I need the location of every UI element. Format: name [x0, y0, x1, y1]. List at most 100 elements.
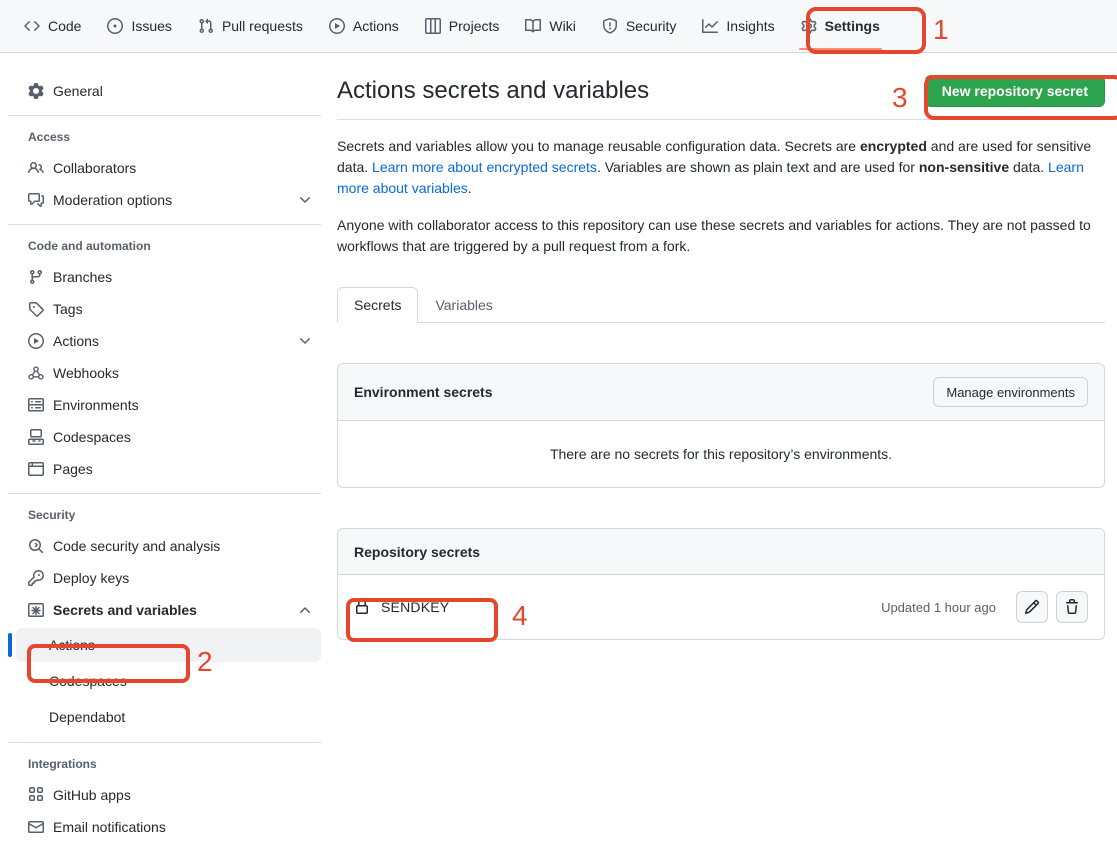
sidebar-item-label: Collaborators	[53, 160, 136, 176]
sidebar-item-label: Codespaces	[53, 429, 131, 445]
code-icon	[24, 18, 40, 34]
sidebar-item-github-apps[interactable]: GitHub apps	[16, 779, 321, 811]
secret-updated-timestamp: Updated 1 hour ago	[881, 600, 996, 615]
gear-icon	[801, 18, 817, 34]
new-repository-secret-button[interactable]: New repository secret	[925, 75, 1105, 107]
sidebar-item-email-notifications[interactable]: Email notifications	[16, 811, 321, 843]
git-pull-request-icon	[198, 18, 214, 34]
collaborator-paragraph: Anyone with collaborator access to this …	[337, 215, 1105, 257]
book-icon	[525, 18, 541, 34]
sidebar-item-deploy-keys[interactable]: Deploy keys	[16, 562, 321, 594]
active-item-accent-bar	[8, 633, 12, 657]
tab-label: Issues	[131, 11, 171, 41]
sidebar-item-tags[interactable]: Tags	[16, 293, 321, 325]
tab-settings[interactable]: Settings	[791, 0, 890, 52]
tab-secrets[interactable]: Secrets	[337, 287, 418, 323]
graph-icon	[702, 18, 718, 34]
key-icon	[28, 570, 44, 586]
sidebar-item-label: Codespaces	[49, 673, 127, 689]
sidebar-item-label: Environments	[53, 397, 139, 413]
sidebar-item-webhooks[interactable]: Webhooks	[16, 357, 321, 389]
project-icon	[425, 18, 441, 34]
sidebar-item-general[interactable]: General	[16, 75, 321, 107]
sidebar-item-label: Webhooks	[53, 365, 119, 381]
browser-icon	[28, 461, 44, 477]
environment-secrets-box: Environment secrets Manage environments …	[337, 363, 1105, 488]
edit-secret-button[interactable]	[1016, 591, 1048, 623]
trash-icon	[1064, 599, 1080, 615]
codespaces-icon	[28, 429, 44, 445]
sidebar-item-label: Secrets and variables	[53, 602, 197, 618]
tab-projects[interactable]: Projects	[415, 0, 510, 52]
tab-insights[interactable]: Insights	[692, 0, 784, 52]
inline-link[interactable]: Learn more about encrypted secrets	[372, 159, 597, 175]
sidebar-item-secrets-and-variables[interactable]: Secrets and variables	[16, 594, 321, 626]
people-icon	[28, 160, 44, 176]
sidebar-item-code-security[interactable]: Code security and analysis	[16, 530, 321, 562]
sidebar-item-label: Dependabot	[49, 709, 125, 725]
sidebar-item-label: Actions	[53, 333, 99, 349]
manage-environments-button[interactable]: Manage environments	[933, 377, 1088, 407]
tab-issues[interactable]: Issues	[97, 0, 181, 52]
tab-label: Security	[626, 11, 677, 41]
settings-main-panel: Actions secrets and variables New reposi…	[337, 53, 1105, 640]
server-icon	[28, 397, 44, 413]
sidebar-item-label: General	[53, 83, 103, 99]
key-asterisk-icon	[28, 602, 44, 618]
environment-secrets-empty-text: There are no secrets for this repository…	[338, 421, 1104, 487]
sidebar-item-label: Actions	[49, 637, 95, 653]
delete-secret-button[interactable]	[1056, 591, 1088, 623]
sidebar-item-label: Branches	[53, 269, 112, 285]
comment-discussion-icon	[28, 192, 44, 208]
chevron-up-icon	[297, 602, 313, 618]
tab-label: Pull requests	[222, 11, 303, 41]
tab-label: Insights	[726, 11, 774, 41]
gear-icon	[28, 83, 44, 99]
intro-paragraph: Secrets and variables allow you to manag…	[337, 136, 1105, 199]
sidebar-subitem-codespaces[interactable]: Codespaces	[16, 664, 321, 698]
sidebar-item-label: Tags	[53, 301, 83, 317]
divider	[337, 119, 1105, 120]
tab-pull-requests[interactable]: Pull requests	[188, 0, 313, 52]
shield-icon	[602, 18, 618, 34]
divider	[8, 115, 321, 116]
sidebar-subitem-dependabot[interactable]: Dependabot	[16, 700, 321, 734]
sidebar-section-code-automation: Code and automation	[28, 239, 321, 253]
tab-variables[interactable]: Variables	[418, 287, 509, 323]
sidebar-subitem-actions-active[interactable]: Actions	[16, 628, 321, 662]
tab-label: Actions	[353, 11, 399, 41]
repo-tab-nav: Code Issues Pull requests Actions Projec…	[0, 0, 1117, 53]
tag-icon	[28, 301, 44, 317]
play-icon	[28, 333, 44, 349]
tab-wiki[interactable]: Wiki	[515, 0, 585, 52]
tab-security[interactable]: Security	[592, 0, 687, 52]
secret-row: SENDKEY Updated 1 hour ago	[338, 575, 1104, 639]
sidebar-item-moderation-options[interactable]: Moderation options	[16, 184, 321, 216]
sidebar-item-branches[interactable]: Branches	[16, 261, 321, 293]
apps-icon	[28, 787, 44, 803]
sidebar-item-codespaces[interactable]: Codespaces	[16, 421, 321, 453]
secret-name: SENDKEY	[381, 599, 449, 615]
sidebar-item-label: GitHub apps	[53, 787, 131, 803]
sidebar-item-label: Code security and analysis	[53, 538, 220, 554]
sidebar-item-label: Moderation options	[53, 192, 172, 208]
mail-icon	[28, 819, 44, 835]
secrets-variables-tabnav: Secrets Variables	[337, 287, 1105, 323]
sidebar-item-pages[interactable]: Pages	[16, 453, 321, 485]
divider	[8, 493, 321, 494]
chevron-down-icon	[297, 192, 313, 208]
lock-icon	[354, 599, 370, 615]
sidebar-item-environments[interactable]: Environments	[16, 389, 321, 421]
tab-code[interactable]: Code	[14, 0, 91, 52]
settings-sidebar: General Access Collaborators Moderation …	[0, 53, 321, 843]
sidebar-item-actions[interactable]: Actions	[16, 325, 321, 357]
play-icon	[329, 18, 345, 34]
sidebar-item-collaborators[interactable]: Collaborators	[16, 152, 321, 184]
chevron-down-icon	[297, 333, 313, 349]
pencil-icon	[1024, 599, 1040, 615]
tab-actions[interactable]: Actions	[319, 0, 409, 52]
webhook-icon	[28, 365, 44, 381]
environment-secrets-title: Environment secrets	[354, 384, 493, 400]
page-title: Actions secrets and variables	[337, 77, 649, 105]
repository-secrets-box: Repository secrets SENDKEY Updated 1 hou…	[337, 528, 1105, 640]
